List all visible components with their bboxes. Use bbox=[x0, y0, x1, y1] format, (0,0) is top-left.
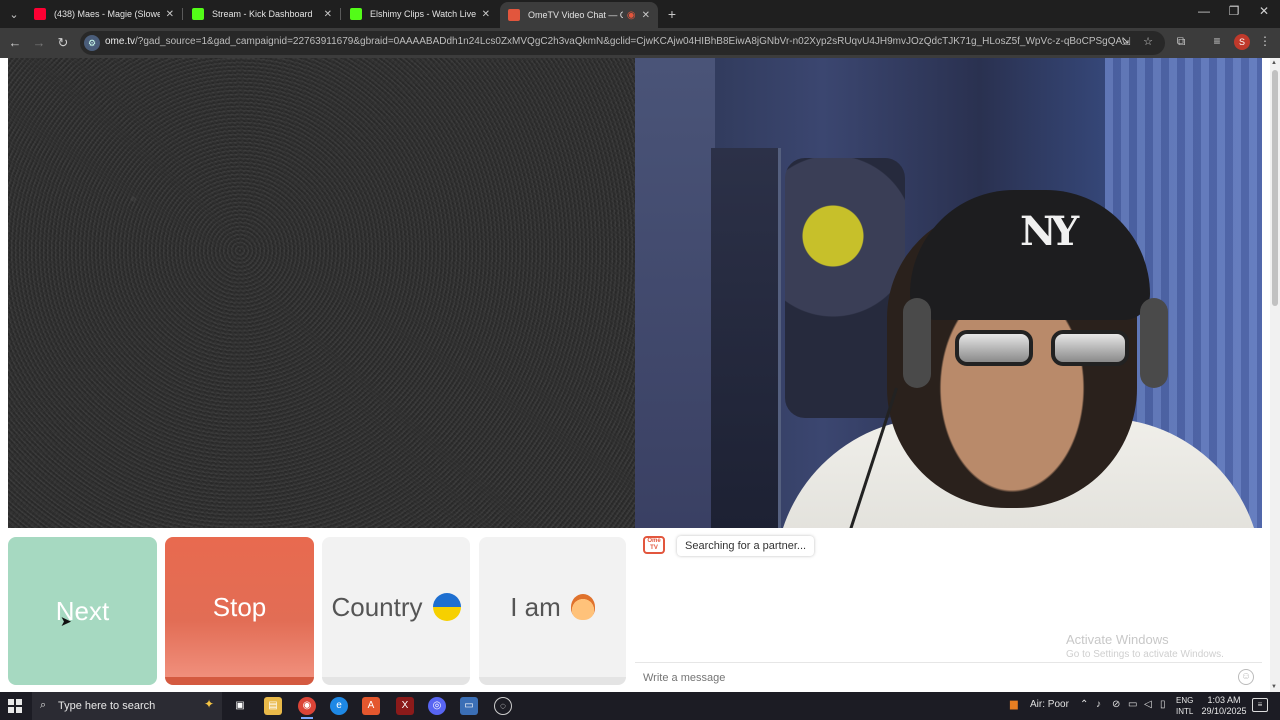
taskbar-search[interactable]: ⌕ Type here to search ✦ bbox=[32, 692, 222, 720]
self-camera-video: NY bbox=[635, 58, 1262, 528]
search-highlight-icon: ✦ bbox=[204, 697, 215, 711]
tab-title: Stream - Kick Dashboard bbox=[212, 9, 313, 19]
recording-icon: ◉ bbox=[626, 9, 636, 21]
restore-icon[interactable]: ❐ bbox=[1224, 4, 1244, 18]
scroll-up-icon[interactable]: ▲ bbox=[1271, 60, 1277, 66]
gender-button[interactable]: I am bbox=[479, 537, 626, 685]
site-info-icon[interactable]: ⚙ bbox=[84, 35, 100, 51]
tab-elshimy-clips[interactable]: Elshimy Clips - Watch Live on K ✕ bbox=[342, 2, 498, 26]
chrome-icon[interactable]: ◉ bbox=[298, 697, 316, 719]
tab-title: OmeTV Video Chat — Ome bbox=[528, 10, 623, 20]
app-a-icon[interactable]: A bbox=[362, 697, 380, 715]
menu-icon[interactable]: ⋮ bbox=[1256, 34, 1274, 48]
static-noise bbox=[8, 58, 635, 528]
extensions-icon[interactable]: ⧉ bbox=[1172, 34, 1190, 49]
browser-tab-bar: ⌄ (438) Maes - Magie (Slowed - ✕ Stream … bbox=[0, 0, 1280, 28]
media-controls-icon[interactable]: ≡ bbox=[1208, 34, 1226, 48]
ukraine-flag-icon bbox=[432, 593, 461, 621]
message-input[interactable] bbox=[635, 667, 1225, 689]
activate-windows-title: Activate Windows bbox=[1066, 632, 1169, 647]
browser-toolbar: ← → ↻ ⚙ ome.tv/?gad_source=1&gad_campaig… bbox=[0, 28, 1280, 58]
air-quality-icon: ▆ bbox=[1010, 699, 1018, 710]
scroll-thumb[interactable] bbox=[1272, 70, 1278, 306]
boy-face-icon bbox=[570, 594, 595, 620]
stop-button[interactable]: Stop bbox=[165, 537, 314, 685]
url-text[interactable]: ome.tv/?gad_source=1&gad_campaignid=2276… bbox=[105, 36, 1125, 47]
language-indicator[interactable]: ENG INTL bbox=[1176, 695, 1193, 717]
tab-title: (438) Maes - Magie (Slowed - bbox=[54, 9, 160, 19]
tab-youtube[interactable]: (438) Maes - Magie (Slowed - ✕ bbox=[26, 2, 183, 26]
minimize-icon[interactable]: — bbox=[1194, 4, 1214, 18]
country-button[interactable]: Country bbox=[322, 537, 470, 685]
discord-icon[interactable]: ◎ bbox=[428, 697, 446, 715]
youtube-icon bbox=[34, 8, 46, 20]
remote-desktop-icon[interactable]: ▭ bbox=[460, 697, 478, 715]
obs-icon[interactable]: ◌ bbox=[494, 697, 512, 715]
mouse-cursor-icon: ➤ bbox=[60, 613, 72, 629]
person-glasses bbox=[955, 330, 1135, 370]
clock-date: 29/10/2025 bbox=[1201, 706, 1247, 716]
message-input-row: ☺ bbox=[635, 662, 1262, 690]
close-window-icon[interactable]: ✕ bbox=[1254, 4, 1274, 18]
task-view-icon[interactable]: ▣ bbox=[231, 697, 249, 715]
volume-icon[interactable]: ◁ bbox=[1144, 699, 1152, 710]
network-off-icon[interactable]: ⊘ bbox=[1112, 699, 1120, 710]
partner-video bbox=[8, 58, 635, 528]
battery-icon[interactable]: ▯ bbox=[1160, 699, 1166, 710]
air-quality-text[interactable]: Air: Poor bbox=[1030, 699, 1069, 710]
close-icon[interactable]: ✕ bbox=[482, 9, 490, 20]
ometv-page: NY Next Stop Country I am ➤ Ome TV Searc… bbox=[0, 58, 1270, 692]
edge-icon[interactable]: e bbox=[330, 697, 348, 715]
back-icon[interactable]: ← bbox=[6, 34, 24, 52]
iam-label: I am bbox=[510, 591, 561, 622]
search-icon: ⌕ bbox=[40, 699, 47, 711]
bookmark-star-icon[interactable]: ☆ bbox=[1140, 35, 1156, 48]
stop-label: Stop bbox=[212, 591, 267, 622]
room-door bbox=[711, 148, 781, 528]
taskbar-search-text: Type here to search bbox=[58, 700, 156, 712]
reload-icon[interactable]: ↻ bbox=[54, 34, 72, 52]
address-bar[interactable]: ⚙ ome.tv/?gad_source=1&gad_campaignid=22… bbox=[80, 31, 1165, 55]
install-app-icon[interactable]: ⇲ bbox=[1118, 35, 1134, 48]
tray-expand-icon[interactable]: ⌃ bbox=[1080, 699, 1088, 710]
lang-layout: INTL bbox=[1176, 707, 1194, 716]
display-icon[interactable]: ▭ bbox=[1128, 699, 1137, 710]
url-path: /?gad_source=1&gad_campaignid=2276391167… bbox=[135, 36, 1125, 47]
close-icon[interactable]: ✕ bbox=[166, 9, 174, 20]
profile-avatar[interactable]: S bbox=[1234, 34, 1250, 50]
country-label: Country bbox=[331, 591, 423, 622]
ometv-icon bbox=[508, 9, 520, 21]
file-explorer-icon[interactable]: ▤ bbox=[264, 697, 282, 715]
emoji-icon[interactable]: ☺ bbox=[1238, 669, 1254, 685]
close-icon[interactable]: ✕ bbox=[642, 10, 650, 21]
notifications-icon[interactable]: ≡ bbox=[1252, 698, 1268, 712]
forward-icon[interactable]: → bbox=[30, 34, 48, 52]
scroll-down-icon[interactable]: ▼ bbox=[1271, 684, 1277, 690]
next-button[interactable]: Next bbox=[8, 537, 157, 685]
chat-panel: Ome TV Searching for a partner... Activa… bbox=[635, 528, 1262, 692]
tab-title: Elshimy Clips - Watch Live on K bbox=[370, 9, 476, 19]
microphone-icon[interactable]: ♪ bbox=[1096, 699, 1101, 710]
new-tab-button[interactable]: + bbox=[664, 6, 680, 22]
clock-time: 1:03 AM bbox=[1207, 695, 1241, 705]
tab-search-icon[interactable]: ⌄ bbox=[4, 4, 24, 24]
tab-ometv[interactable]: OmeTV Video Chat — Ome ◉ ✕ bbox=[500, 2, 658, 28]
headphone-icon bbox=[903, 298, 931, 388]
status-message: Searching for a partner... bbox=[677, 536, 815, 556]
taskbar-clock[interactable]: 1:03 AM 29/10/2025 bbox=[1196, 695, 1252, 717]
url-host: ome.tv bbox=[105, 36, 136, 47]
tab-kick-dashboard[interactable]: Stream - Kick Dashboard ✕ bbox=[184, 2, 341, 26]
page-scrollbar[interactable]: ▲ ▼ bbox=[1270, 58, 1280, 692]
ometv-logo-icon: Ome TV bbox=[643, 536, 665, 554]
cap-logo: NY bbox=[1020, 208, 1079, 255]
windows-taskbar: ⌕ Type here to search ✦ ▣ ▤ ◉ e A X ◎ ▭ … bbox=[0, 692, 1280, 720]
activate-windows-subtitle: Go to Settings to activate Windows. bbox=[1066, 649, 1224, 660]
kick-icon bbox=[350, 8, 362, 20]
headphone-icon bbox=[1140, 298, 1168, 388]
kick-icon bbox=[192, 8, 204, 20]
app-x-icon[interactable]: X bbox=[396, 697, 414, 715]
lang-code: ENG bbox=[1176, 696, 1194, 705]
windows-start-icon[interactable] bbox=[8, 699, 22, 713]
close-icon[interactable]: ✕ bbox=[324, 9, 332, 20]
